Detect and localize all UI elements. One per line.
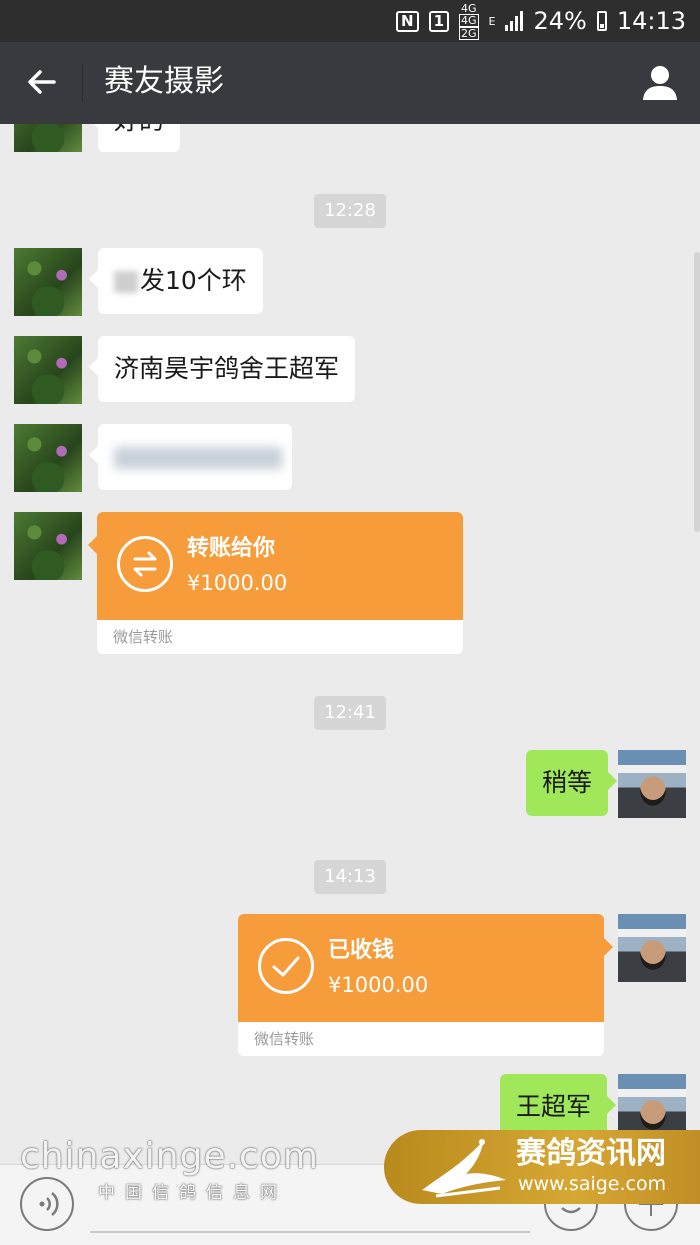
sim-indicator: 1	[428, 10, 449, 32]
network-type-indicator: 4G 4G 2G	[459, 1, 479, 40]
sender-avatar[interactable]	[14, 124, 82, 152]
timestamp: 14:13	[314, 860, 386, 894]
arrow-left-icon	[28, 70, 56, 94]
transfer-footer: 微信转账	[97, 620, 463, 654]
sender-avatar[interactable]	[14, 248, 82, 316]
transfer-amount: ¥1000.00	[187, 571, 288, 595]
self-avatar[interactable]	[618, 750, 686, 818]
blurred-text	[114, 447, 282, 469]
message-bubble[interactable]: 好的	[88, 124, 181, 152]
clock: 14:13	[616, 7, 686, 35]
received-transfer-card[interactable]: 已收钱 ¥1000.00 微信转账	[238, 914, 604, 1056]
status-bar: N 1 4G 4G 2G E 24% 14:13	[0, 0, 700, 42]
transfer-title: 已收钱	[328, 938, 395, 963]
nfc-icon: N	[396, 10, 419, 32]
transfer-footer: 微信转账	[238, 1022, 604, 1056]
person-icon	[643, 66, 677, 100]
timestamp: 12:41	[314, 696, 386, 730]
watermark-chinaxinge: chinaxinge.com 中国信鸽信息网	[20, 1136, 319, 1203]
message-bubble[interactable]: 发10个环	[89, 248, 263, 314]
timestamp: 12:28	[314, 194, 386, 228]
sender-avatar[interactable]	[14, 424, 82, 492]
pigeon-logo-icon	[422, 1139, 506, 1198]
message-bubble[interactable]: 济南昊宇鸽舍王超军	[88, 336, 356, 402]
signal-icon	[505, 11, 524, 31]
title-divider	[82, 64, 83, 102]
sent-message-bubble[interactable]: 稍等	[526, 750, 618, 816]
message-input[interactable]	[90, 1231, 530, 1233]
message-bubble-blurred[interactable]	[89, 424, 292, 490]
exchange-arrows-icon	[117, 536, 173, 592]
watermark-saige: 赛鸽资讯网 www.saige.com	[384, 1130, 700, 1204]
bubble-tail	[88, 536, 97, 554]
checkmark-icon	[258, 938, 314, 994]
edge-indicator: E	[488, 14, 496, 28]
sender-avatar[interactable]	[14, 336, 82, 404]
transfer-card[interactable]: 转账给你 ¥1000.00 微信转账	[97, 512, 463, 654]
blurred-text	[114, 271, 138, 293]
battery-icon	[596, 11, 607, 31]
self-avatar[interactable]	[618, 914, 686, 982]
bubble-tail	[604, 938, 613, 956]
battery-percent: 24%	[533, 7, 587, 35]
title-bar: 赛友摄影	[0, 42, 700, 124]
back-button[interactable]	[22, 62, 62, 102]
sender-avatar[interactable]	[14, 512, 82, 580]
transfer-amount: ¥1000.00	[328, 973, 429, 997]
chat-title: 赛友摄影	[104, 64, 224, 99]
scroll-indicator	[694, 252, 700, 532]
transfer-title: 转账给你	[187, 536, 276, 561]
chat-area[interactable]: 好的 12:28 发10个环 济南昊宇鸽舍王超军 转账给你 ¥1000.00 微…	[0, 124, 700, 1164]
chat-info-button[interactable]	[640, 62, 680, 102]
